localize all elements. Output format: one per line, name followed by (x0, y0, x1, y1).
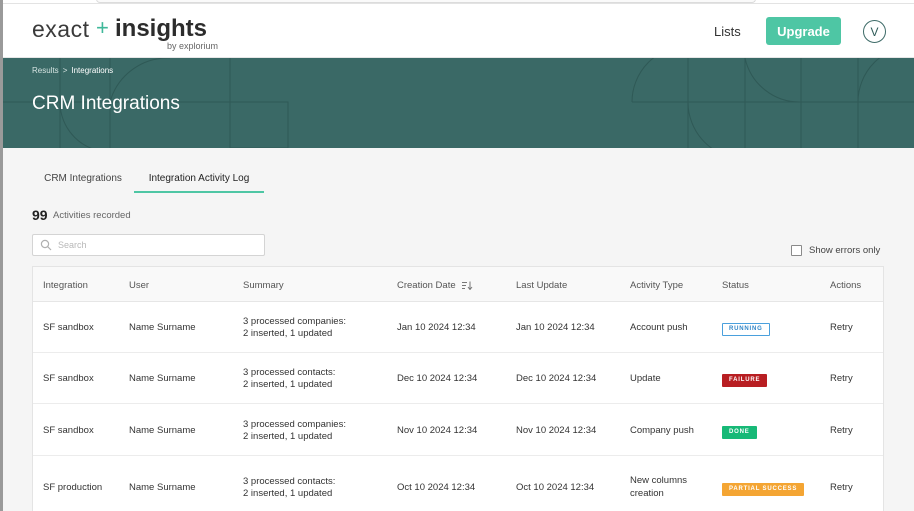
window-left-edge (0, 0, 3, 511)
page-hero-banner: Results > Integrations CRM Integrations (0, 58, 914, 148)
cell-summary-line-1: 3 processed contacts: (243, 476, 336, 487)
tab-crm-integrations[interactable]: CRM Integrations (32, 166, 134, 193)
logo-by-explorium: by explorium (167, 41, 219, 51)
cell-last-update: Jan 10 2024 12:34 (516, 322, 595, 333)
breadcrumb-separator: > (62, 66, 68, 75)
activity-table: Integration User Summary Creation Date L… (32, 266, 884, 511)
cell-integration: SF sandbox (43, 373, 94, 384)
column-header-last-update[interactable]: Last Update (516, 280, 567, 291)
search-icon (40, 239, 52, 251)
search-box[interactable] (32, 234, 265, 256)
column-header-actions: Actions (830, 280, 862, 291)
status-badge-failure: FAILURE (722, 374, 768, 387)
cell-summary-line-1: 3 processed companies: (243, 419, 346, 430)
status-badge-done: DONE (722, 426, 757, 439)
retry-button[interactable]: Retry (830, 482, 853, 494)
logo-insights-text: insights (115, 15, 208, 42)
activities-count: 99 (32, 207, 48, 223)
activities-count-label: Activities recorded (53, 210, 131, 221)
cell-integration: SF production (43, 482, 103, 493)
top-navbar: exact + insights by explorium Lists Upgr… (0, 4, 914, 58)
cell-status: RUNNING (722, 322, 770, 336)
column-header-status[interactable]: Status (722, 280, 749, 291)
nav-lists-link[interactable]: Lists (714, 24, 741, 39)
breadcrumb-results-link[interactable]: Results (32, 66, 59, 75)
search-input[interactable] (58, 237, 258, 253)
column-header-user[interactable]: User (129, 280, 149, 291)
cell-user: Name Surname (129, 482, 196, 493)
table-row[interactable]: SF production Name Surname 3 processed c… (33, 456, 883, 511)
show-errors-label: Show errors only (809, 245, 881, 256)
cell-creation-date: Nov 10 2024 12:34 (397, 425, 478, 436)
table-row[interactable]: SF sandbox Name Surname 3 processed cont… (33, 353, 883, 404)
retry-button[interactable]: Retry (830, 425, 853, 437)
cell-creation-date: Oct 10 2024 12:34 (397, 482, 476, 493)
page-title: CRM Integrations (32, 93, 180, 114)
cell-creation-date: Jan 10 2024 12:34 (397, 322, 476, 333)
cell-user: Name Surname (129, 373, 196, 384)
cell-user: Name Surname (129, 425, 196, 436)
show-errors-checkbox[interactable] (791, 245, 802, 256)
logo-plus-icon: + (96, 15, 109, 40)
cell-summary-line-2: 2 inserted, 1 updated (243, 488, 333, 499)
user-avatar[interactable]: V (863, 20, 886, 43)
retry-button[interactable]: Retry (830, 322, 853, 334)
cell-activity-type: Update (630, 373, 661, 384)
cell-summary-line-1: 3 processed contacts: (243, 367, 336, 378)
cell-integration: SF sandbox (43, 425, 94, 436)
cell-last-update: Dec 10 2024 12:34 (516, 373, 597, 384)
column-header-creation-date[interactable]: Creation Date (397, 280, 473, 291)
column-header-creation-date-label: Creation Date (397, 280, 456, 291)
table-row[interactable]: SF sandbox Name Surname 3 processed comp… (33, 404, 883, 456)
breadcrumb: Results > Integrations (32, 66, 113, 75)
table-row[interactable]: SF sandbox Name Surname 3 processed comp… (33, 302, 883, 353)
cell-status: FAILURE (722, 373, 768, 387)
column-header-summary[interactable]: Summary (243, 280, 284, 291)
cell-summary-line-1: 3 processed companies: (243, 316, 346, 327)
table-header: Integration User Summary Creation Date L… (33, 267, 883, 302)
cell-activity-type-line-1: New columns (630, 475, 688, 486)
cell-creation-date: Dec 10 2024 12:34 (397, 373, 478, 384)
browser-tab-outline (96, 0, 756, 3)
cell-activity-type: Company push (630, 425, 694, 436)
upgrade-button[interactable]: Upgrade (766, 17, 841, 45)
breadcrumb-current: Integrations (71, 66, 114, 75)
cell-status: PARTIAL SUCCESS (722, 482, 805, 496)
status-badge-running: RUNNING (722, 323, 770, 336)
cell-last-update: Nov 10 2024 12:34 (516, 425, 597, 436)
sort-descending-icon[interactable] (461, 281, 473, 290)
cell-last-update: Oct 10 2024 12:34 (516, 482, 595, 493)
column-header-activity-type[interactable]: Activity Type (630, 280, 683, 291)
tab-integration-activity-log[interactable]: Integration Activity Log (134, 166, 264, 193)
cell-summary-line-2: 2 inserted, 1 updated (243, 431, 333, 442)
cell-user: Name Surname (129, 322, 196, 333)
cell-activity-type: Account push (630, 322, 688, 333)
cell-status: DONE (722, 425, 757, 439)
cell-summary-line-2: 2 inserted, 1 updated (243, 379, 333, 390)
column-header-integration[interactable]: Integration (43, 280, 88, 291)
cell-summary-line-2: 2 inserted, 1 updated (243, 328, 333, 339)
status-badge-partial-success: PARTIAL SUCCESS (722, 483, 805, 496)
cell-integration: SF sandbox (43, 322, 94, 333)
logo-exact-text: exact (32, 16, 90, 42)
cell-activity-type-line-2: creation (630, 488, 664, 499)
retry-button[interactable]: Retry (830, 373, 853, 385)
